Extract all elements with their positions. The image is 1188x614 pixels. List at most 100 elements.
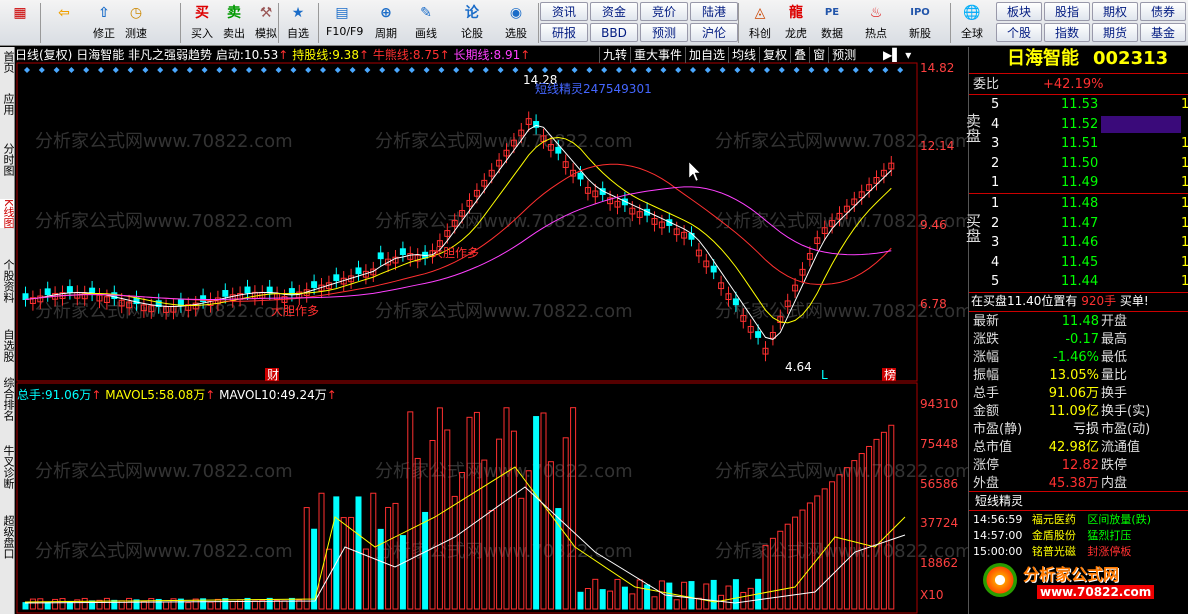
toolbar-button-label: 自选 xyxy=(287,27,309,40)
info-button-7[interactable]: 沪伦 xyxy=(690,23,738,42)
grid-button[interactable]: ▦ xyxy=(4,2,36,44)
stat-value: 12.82 xyxy=(1061,458,1099,473)
info-button-1[interactable]: 资金 xyxy=(590,2,638,21)
elf-row[interactable]: 15:00:00 铭普光磁 封涨停板 xyxy=(973,544,1131,560)
chart-top-button-4[interactable]: 复权 xyxy=(759,47,790,63)
volume-bar xyxy=(636,579,643,610)
market-button-7[interactable]: 基金 xyxy=(1140,23,1186,42)
arrow-up-button[interactable]: ⇧ 修正 xyxy=(88,2,120,44)
kechuang-button[interactable]: ◬ 科创 xyxy=(744,2,776,44)
pencil-button[interactable]: ✎ 画线 xyxy=(410,2,442,44)
buy-level-row[interactable]: 3 11.46 1 xyxy=(969,233,1188,252)
info-button-4[interactable]: 研报 xyxy=(540,23,588,42)
elf-row[interactable]: 14:57:00 金盾股份 猛烈打压 xyxy=(973,528,1131,544)
vol-axis-3: 56586 xyxy=(920,477,959,491)
sell-button[interactable]: 卖卖出 xyxy=(218,2,250,44)
chart-top-button-5[interactable]: 叠 xyxy=(790,47,809,63)
market-button-3[interactable]: 债券 xyxy=(1140,2,1186,21)
buy-level-row[interactable]: 2 11.47 1 xyxy=(969,214,1188,233)
stat-label-2: 量比 xyxy=(1101,368,1128,383)
volume-bar xyxy=(444,429,451,610)
star-button[interactable]: ★ 自选 xyxy=(282,2,314,44)
left-tab-0[interactable]: 首页 xyxy=(0,51,15,73)
watermark-text: 分析家公式网www.70822.com xyxy=(35,211,293,232)
market-button-5[interactable]: 指数 xyxy=(1044,23,1090,42)
chat-button[interactable]: 论论股 xyxy=(456,2,488,44)
elf-time: 15:00:00 xyxy=(973,545,1023,558)
volume-bar xyxy=(607,590,614,610)
f10-button[interactable]: ▤ F10/F9 xyxy=(326,2,363,44)
signal-diamond xyxy=(260,67,267,73)
info-button-3[interactable]: 陆港 xyxy=(690,2,738,21)
market-button-6[interactable]: 期货 xyxy=(1092,23,1138,42)
left-tab-2[interactable]: 分时图 xyxy=(0,143,15,176)
back-arrow-button[interactable]: ⇦ xyxy=(48,2,80,44)
period-button[interactable]: ⊕ 周期 xyxy=(370,2,402,44)
left-tab-4[interactable]: 个股资料 xyxy=(0,259,15,303)
chart-top-button-2[interactable]: 加自选 xyxy=(685,47,728,63)
level-vol: 1 xyxy=(1181,254,1188,270)
global-label: 全球 xyxy=(961,27,983,40)
chart-top-button-7[interactable]: 预测 xyxy=(828,47,859,63)
stat-label: 涨停 xyxy=(973,458,1000,473)
volume-bar xyxy=(592,578,599,610)
left-tab-5[interactable]: 自选股 xyxy=(0,329,15,362)
buy-button[interactable]: 买买入 xyxy=(186,2,218,44)
signal-diamond xyxy=(334,67,341,73)
volume-bar xyxy=(473,411,480,610)
market-button-2[interactable]: 期权 xyxy=(1092,2,1138,21)
left-tab-6[interactable]: 综合排名 xyxy=(0,377,15,421)
chart-top-button-0[interactable]: 九转 xyxy=(599,47,630,63)
clock-button[interactable]: ◷ 测速 xyxy=(120,2,152,44)
sell-level-row[interactable]: 1 11.49 1 xyxy=(969,173,1188,192)
info-button-2[interactable]: 竞价 xyxy=(640,2,688,21)
buy-level-row[interactable]: 1 11.48 1 xyxy=(969,194,1188,213)
market-button-0[interactable]: 板块 xyxy=(996,2,1042,21)
global-button[interactable]: 🌐 全球 xyxy=(952,2,992,44)
left-tab-3[interactable]: K线图 xyxy=(0,199,15,229)
buy-level-row[interactable]: 4 11.45 1 xyxy=(969,253,1188,272)
sell-level-row[interactable]: 4 11.52 xyxy=(969,115,1188,134)
volume-bar xyxy=(333,496,340,610)
left-tab-7[interactable]: 牛叉诊断 xyxy=(0,445,15,489)
elf-row[interactable]: 14:56:59 福元医药 区间放量(跌) xyxy=(973,512,1151,528)
left-tab-1[interactable]: 应用 xyxy=(0,93,15,115)
weibi-label: 委比 xyxy=(973,77,1000,92)
inbuy-row: 在买盘11.40位置有 920手 买单! xyxy=(971,292,1149,311)
grid-icon: ▦ xyxy=(13,5,27,21)
sell-level-row[interactable]: 5 11.53 1 xyxy=(969,95,1188,114)
chart-top-button-6[interactable]: 窗 xyxy=(809,47,828,63)
expand-icon[interactable]: ▶▌ ▾ xyxy=(883,47,911,63)
chart-top-button-3[interactable]: 均线 xyxy=(728,47,759,63)
sell-level-row[interactable]: 3 11.51 1 xyxy=(969,134,1188,153)
select-stock-button[interactable]: ◉ 选股 xyxy=(500,2,532,44)
candle-body xyxy=(66,286,73,293)
info-button-0[interactable]: 资讯 xyxy=(540,2,588,21)
chart-top-button-1[interactable]: 重大事件 xyxy=(630,47,685,63)
signal-diamond xyxy=(704,67,711,73)
info-button-6[interactable]: 预测 xyxy=(640,23,688,42)
vol-axis-1: 94310 xyxy=(920,397,959,411)
volume-bar xyxy=(673,599,680,610)
volume-bar xyxy=(732,579,739,610)
signal-diamond xyxy=(24,67,30,73)
left-tab-8[interactable]: 超级盘口 xyxy=(0,515,15,559)
toolbar-button-label: 修正 xyxy=(93,27,115,40)
stat-value: 亏损 xyxy=(1072,422,1099,437)
signal-diamond xyxy=(630,67,637,73)
market-button-1[interactable]: 股指 xyxy=(1044,2,1090,21)
buy-level-row[interactable]: 5 11.44 1 xyxy=(969,272,1188,291)
volume-bar xyxy=(614,578,621,610)
sell-level-row[interactable]: 2 11.50 1 xyxy=(969,154,1188,173)
kline-chart[interactable]: 分析家公式网www.70822.com 分析家公式网www.70822.com 分析… xyxy=(15,47,968,614)
ipo-button[interactable]: IPO 新股 xyxy=(904,2,936,44)
dragon-button[interactable]: 龍龙虎 xyxy=(780,2,812,44)
info-button-5[interactable]: BBD xyxy=(590,23,638,42)
pe-button[interactable]: PE 数据 xyxy=(816,2,848,44)
chat-icon: 论 xyxy=(465,5,479,21)
toolbar-button-label: 周期 xyxy=(375,27,397,40)
signal-diamond xyxy=(764,67,770,73)
hot-button[interactable]: ♨ 热点 xyxy=(860,2,892,44)
volume-bar xyxy=(303,507,310,610)
market-button-4[interactable]: 个股 xyxy=(996,23,1042,42)
